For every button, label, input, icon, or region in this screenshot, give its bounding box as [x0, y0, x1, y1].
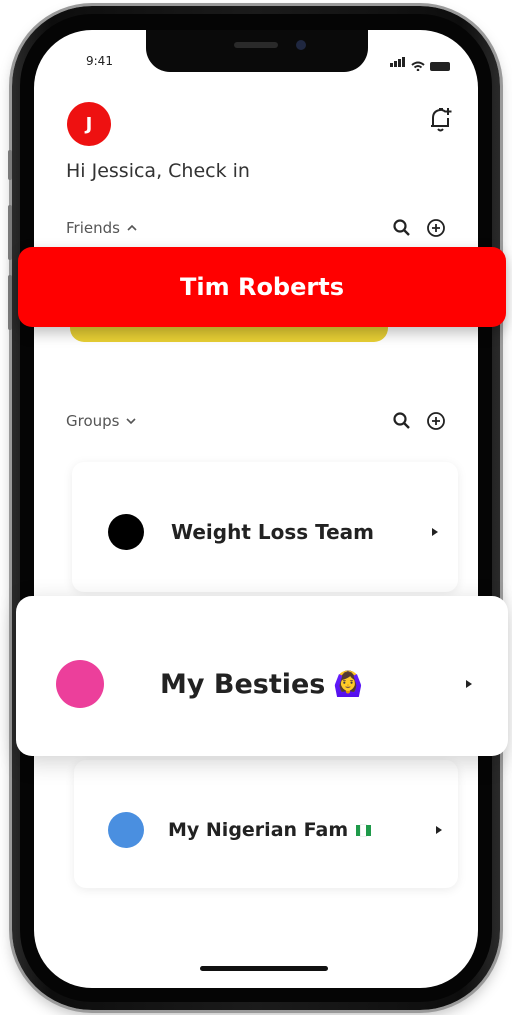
friend-name: Tim Roberts	[180, 273, 344, 301]
phone-notch	[146, 30, 368, 72]
groups-section-header: Groups	[66, 411, 446, 431]
avatar[interactable]: J	[67, 102, 111, 146]
group-color-dot	[108, 812, 144, 848]
group-row-my-nigerian-fam[interactable]: My Nigerian Fam	[108, 812, 442, 848]
greeting-text: Hi Jessica, Check in	[66, 160, 250, 182]
add-friend-icon[interactable]	[426, 218, 446, 238]
side-button-volume-up	[8, 205, 12, 260]
chevron-right-icon[interactable]	[436, 826, 442, 834]
search-icon[interactable]	[392, 411, 412, 431]
chevron-down-icon[interactable]	[125, 416, 137, 426]
home-indicator[interactable]	[200, 966, 328, 971]
add-group-icon[interactable]	[426, 411, 446, 431]
group-name: Weight Loss Team	[171, 520, 374, 544]
status-icons	[390, 52, 450, 71]
front-camera	[296, 40, 306, 50]
friends-section-header: Friends	[66, 218, 446, 238]
search-icon[interactable]	[392, 218, 412, 238]
group-name: My Nigerian Fam	[168, 819, 349, 841]
chevron-up-icon[interactable]	[126, 223, 138, 233]
bell-add-icon[interactable]	[428, 106, 454, 134]
wifi-icon	[411, 61, 425, 71]
chevron-right-icon[interactable]	[432, 528, 438, 536]
chevron-right-icon[interactable]	[466, 680, 472, 688]
battery-icon	[430, 62, 450, 71]
friend-card-tim-roberts[interactable]: Tim Roberts	[18, 247, 506, 327]
group-color-dot	[56, 660, 104, 708]
status-time: 9:41	[86, 54, 113, 68]
group-row-weight-loss-team[interactable]: Weight Loss Team	[108, 514, 438, 550]
friends-label[interactable]: Friends	[66, 219, 120, 237]
group-name: My Besties	[160, 668, 326, 700]
signal-icon	[390, 52, 406, 71]
woman-gesturing-ok-emoji: 🙆‍♀️	[333, 670, 364, 698]
side-button-silent	[8, 150, 12, 180]
speaker	[234, 42, 278, 48]
side-button-volume-down	[8, 275, 12, 330]
group-color-dot	[108, 514, 144, 550]
groups-label[interactable]: Groups	[66, 412, 119, 430]
nigeria-flag-icon	[356, 823, 372, 837]
group-row-my-besties[interactable]: My Besties 🙆‍♀️	[56, 659, 472, 709]
